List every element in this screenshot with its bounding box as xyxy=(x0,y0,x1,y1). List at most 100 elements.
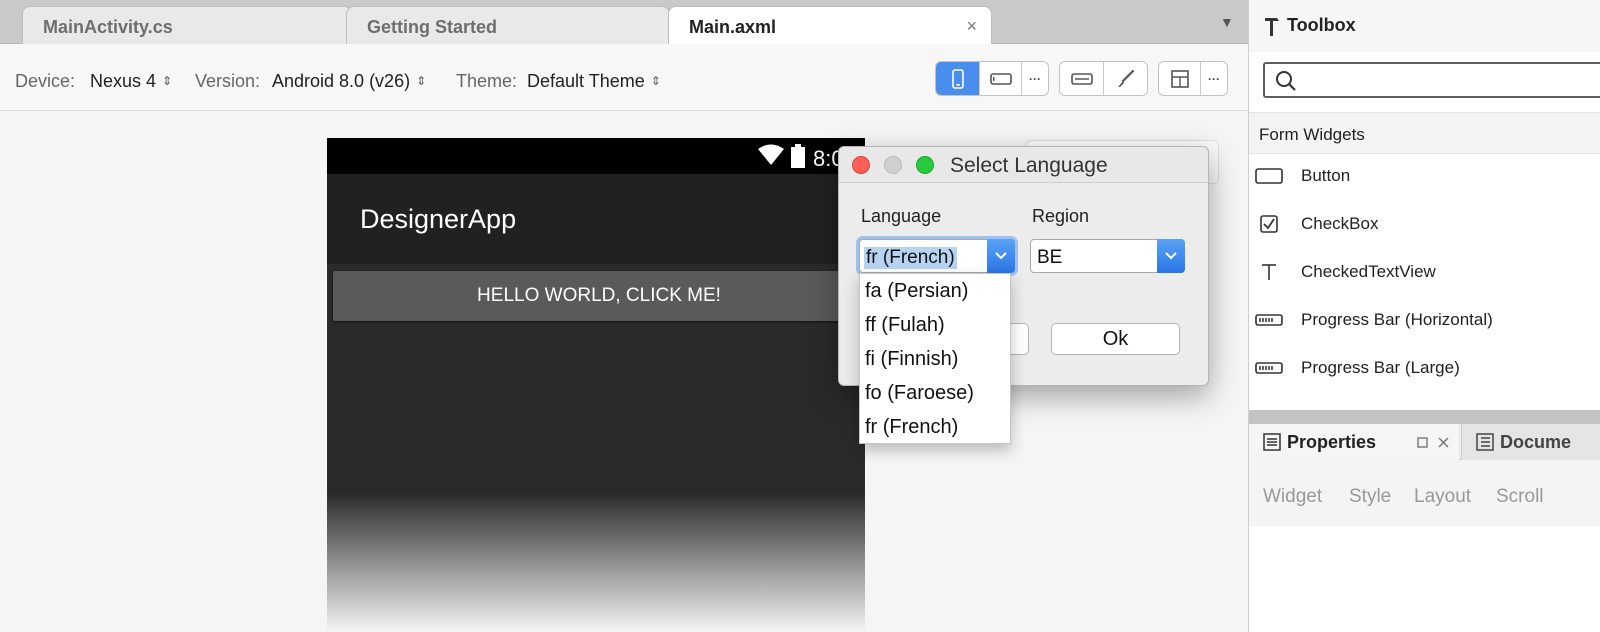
toolbox-item-label: Progress Bar (Large) xyxy=(1301,358,1460,377)
properties-title: Properties xyxy=(1287,432,1377,452)
language-combobox[interactable]: fr (French) xyxy=(859,239,1015,273)
phone-portrait-icon xyxy=(951,68,964,89)
phone-status-bar: 8:0 xyxy=(327,138,865,174)
toolbox-title: Toolbox xyxy=(1287,15,1356,35)
document-outline-title: Docume xyxy=(1500,432,1572,452)
properties-icon xyxy=(1263,433,1281,451)
language-value: fr (French) xyxy=(864,247,957,269)
version-label: Version: xyxy=(195,71,261,91)
tab-label: Getting Started xyxy=(367,17,498,37)
zoom-window-icon[interactable] xyxy=(916,156,934,174)
dialog-title: Select Language xyxy=(950,154,1108,177)
panel-splitter[interactable] xyxy=(1249,410,1600,424)
tab-layout[interactable]: Layout xyxy=(1414,486,1471,508)
document-outline-icon xyxy=(1476,433,1494,451)
toolbox-item-checkedtextview[interactable]: CheckedTextView xyxy=(1249,248,1600,296)
chevron-down-icon[interactable] xyxy=(987,239,1015,273)
form-widgets-section[interactable]: Form Widgets xyxy=(1249,112,1600,154)
portrait-button[interactable] xyxy=(936,62,980,95)
toolbox-header: Toolbox xyxy=(1249,0,1600,52)
dropdown-option[interactable]: fr (French) xyxy=(865,416,958,439)
version-select[interactable]: Android 8.0 (v26) ⇕ xyxy=(272,71,426,92)
chevron-down-icon[interactable] xyxy=(1157,239,1185,273)
phone-preview[interactable]: 8:0 DesignerApp HELLO WORLD, CLICK ME! xyxy=(327,138,865,632)
landscape-button[interactable] xyxy=(980,62,1022,95)
device-select[interactable]: Nexus 4 ⇕ xyxy=(90,71,172,92)
checkbox-icon xyxy=(1255,214,1283,234)
right-side-panel: Toolbox Form Widgets Button CheckBox Che… xyxy=(1248,0,1600,632)
style-brush-button[interactable] xyxy=(1104,62,1147,95)
tab-properties[interactable]: Properties xyxy=(1249,424,1459,460)
tab-style[interactable]: Style xyxy=(1349,486,1391,508)
tab-label: Main.axml xyxy=(689,17,777,37)
region-combobox[interactable]: BE xyxy=(1030,239,1185,273)
toolbox-item-progress-bar-large[interactable]: Progress Bar (Large) xyxy=(1249,344,1600,392)
phone-fade-overlay xyxy=(327,493,865,632)
tab-document-outline[interactable]: Docume xyxy=(1461,424,1600,460)
toolbox-item-label: CheckBox xyxy=(1301,214,1379,233)
updown-icon: ⇕ xyxy=(162,74,173,88)
tab-label: MainActivity.cs xyxy=(43,17,173,37)
more-layout-button[interactable]: ··· xyxy=(1201,62,1227,95)
button-icon xyxy=(1255,166,1283,186)
ok-button[interactable]: Ok xyxy=(1051,323,1180,355)
language-dropdown-list: fa (Persian) ff (Fulah) fi (Finnish) fo … xyxy=(859,273,1011,444)
widget-frame-button[interactable] xyxy=(1060,62,1104,95)
minimize-window-icon[interactable] xyxy=(884,156,902,174)
close-icon[interactable] xyxy=(1438,437,1449,448)
restore-icon[interactable] xyxy=(1417,437,1428,448)
progress-bar-icon xyxy=(1255,358,1283,378)
toolbox-item-label: CheckedTextView xyxy=(1301,262,1436,281)
toolbox-item-button[interactable]: Button xyxy=(1249,152,1600,200)
grid-icon xyxy=(1170,69,1189,88)
text-icon xyxy=(1255,262,1283,282)
hello-world-button[interactable]: HELLO WORLD, CLICK ME! xyxy=(333,271,865,321)
properties-category-tabs: Widget Style Layout Scroll xyxy=(1249,460,1600,526)
layout-button-group: ··· xyxy=(1158,61,1228,96)
frame-icon xyxy=(1070,72,1093,85)
properties-content xyxy=(1249,526,1600,632)
progress-bar-icon xyxy=(1255,310,1283,330)
phone-landscape-icon xyxy=(989,72,1012,85)
triangle-down-icon[interactable]: ▼ xyxy=(1220,14,1234,30)
tab-getting-started[interactable]: Getting Started xyxy=(346,6,670,44)
version-value: Android 8.0 (v26) xyxy=(272,71,411,91)
document-tab-bar: MainActivity.cs Getting Started Main.axm… xyxy=(0,0,1248,45)
phone-app-title: DesignerApp xyxy=(360,204,517,234)
brush-icon xyxy=(1117,69,1134,87)
toolbox-item-checkbox[interactable]: CheckBox xyxy=(1249,200,1600,248)
tab-mainactivity[interactable]: MainActivity.cs xyxy=(22,6,352,44)
search-icon xyxy=(1276,71,1296,91)
more-orientation-button[interactable]: ··· xyxy=(1022,62,1048,95)
wifi-icon xyxy=(758,144,784,165)
dropdown-option[interactable]: fi (Finnish) xyxy=(865,348,958,371)
phone-app-bar: DesignerApp xyxy=(327,174,865,264)
section-label: Form Widgets xyxy=(1259,125,1365,144)
device-label: Device: xyxy=(15,71,76,91)
dropdown-option[interactable]: fo (Faroese) xyxy=(865,382,974,405)
dropdown-option[interactable]: fa (Persian) xyxy=(865,280,968,303)
close-window-icon[interactable] xyxy=(852,156,870,174)
orientation-button-group: ··· xyxy=(935,61,1049,96)
toolbox-item-label: Progress Bar (Horizontal) xyxy=(1301,310,1493,329)
close-icon[interactable]: × xyxy=(966,16,977,37)
tab-main-axml[interactable]: Main.axml × xyxy=(668,6,992,45)
updown-icon: ⇕ xyxy=(650,74,661,88)
tab-widget[interactable]: Widget xyxy=(1263,486,1322,508)
widget-button-group xyxy=(1059,61,1148,96)
toolbox-search-input[interactable] xyxy=(1263,62,1600,98)
dropdown-option[interactable]: ff (Fulah) xyxy=(865,314,945,337)
region-value: BE xyxy=(1037,247,1063,268)
hammer-icon xyxy=(1265,18,1279,36)
theme-value: Default Theme xyxy=(527,71,645,91)
toolbox-item-progress-bar-horizontal[interactable]: Progress Bar (Horizontal) xyxy=(1249,296,1600,344)
toolbox-item-label: Button xyxy=(1301,166,1351,185)
layout-grid-button[interactable] xyxy=(1159,62,1201,95)
tab-scroll[interactable]: Scroll xyxy=(1496,486,1544,508)
theme-label: Theme: xyxy=(456,71,518,91)
theme-select[interactable]: Default Theme ⇕ xyxy=(527,71,661,92)
battery-icon xyxy=(791,144,805,168)
device-value: Nexus 4 xyxy=(90,71,157,91)
region-label: Region xyxy=(1032,206,1090,226)
properties-tab-bar: Properties Docume xyxy=(1249,424,1600,460)
